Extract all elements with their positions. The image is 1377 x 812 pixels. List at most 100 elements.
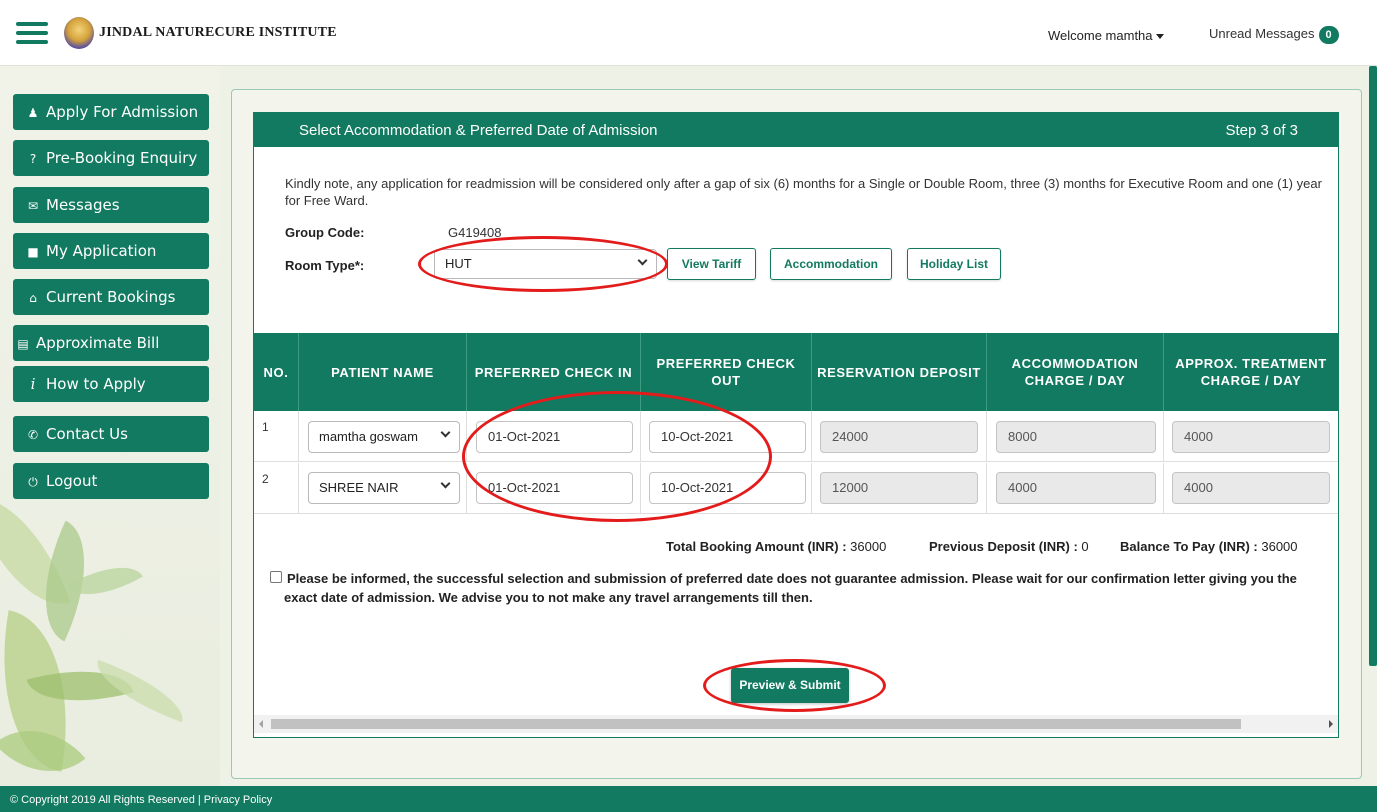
table-cell: mamtha goswam (299, 411, 467, 462)
accommodation-card: Select Accommodation & Preferred Date of… (253, 112, 1339, 738)
check-in-input[interactable]: 01-Oct-2021 (476, 472, 633, 504)
table-cell: 24000 (812, 411, 987, 462)
table-row: 1 mamtha goswam 01-Oct-2021 10-Oct-2021 … (254, 411, 1338, 462)
nav-label: Pre-Booking Enquiry (46, 149, 198, 167)
nav-how-to-apply[interactable]: i How to Apply (13, 366, 209, 402)
scroll-right-icon[interactable] (1329, 720, 1333, 728)
accommodation-charge-field: 4000 (996, 472, 1156, 504)
table-cell: 4000 (1164, 463, 1338, 514)
scrollbar-thumb[interactable] (271, 719, 1241, 729)
table-cell: 01-Oct-2021 (467, 463, 641, 514)
column-header: PREFERRED CHECK IN (467, 333, 641, 411)
table-cell: 10-Oct-2021 (641, 411, 812, 462)
page-scrollbar[interactable] (1369, 66, 1377, 666)
reservation-deposit-field: 12000 (820, 472, 978, 504)
table-row: 2 SHREE NAIR 01-Oct-2021 10-Oct-2021 120… (254, 463, 1338, 514)
chevron-down-icon (440, 478, 451, 489)
view-tariff-button[interactable]: View Tariff (667, 248, 756, 280)
question-icon: ? (29, 152, 37, 166)
accommodation-charge-field: 8000 (996, 421, 1156, 453)
total-booking-amount: Total Booking Amount (INR) : 36000 (666, 539, 886, 554)
row-number: 2 (262, 472, 269, 486)
treatment-charge-field: 4000 (1172, 472, 1330, 504)
patient-name-select[interactable]: mamtha goswam (308, 421, 460, 453)
table-cell: 8000 (987, 411, 1164, 462)
brand-name: JINDAL NATURECURE INSTITUTE (99, 25, 337, 40)
horizontal-scrollbar[interactable] (254, 715, 1338, 733)
scroll-left-icon[interactable] (259, 720, 263, 728)
phone-icon: ✆ (27, 428, 39, 442)
nav-pre-booking-enquiry[interactable]: ? Pre-Booking Enquiry (13, 140, 209, 176)
patient-name-value: SHREE NAIR (319, 480, 399, 495)
user-menu[interactable]: Welcome mamtha (1048, 28, 1164, 43)
column-header: ACCOMMODATION CHARGE / DAY (987, 333, 1164, 411)
footer: © Copyright 2019 All Rights Reserved | P… (0, 786, 1377, 812)
check-out-input[interactable]: 10-Oct-2021 (649, 472, 806, 504)
nav-contact-us[interactable]: ✆ Contact Us (13, 416, 209, 452)
step-indicator: Step 3 of 3 (1225, 122, 1298, 139)
welcome-text: Welcome mamtha (1048, 28, 1153, 43)
column-header: APPROX. TREATMENT CHARGE / DAY (1175, 356, 1327, 388)
acknowledge-checkbox[interactable] (270, 571, 282, 583)
chevron-down-icon (440, 427, 451, 438)
check-out-input[interactable]: 10-Oct-2021 (649, 421, 806, 453)
nav-label: How to Apply (46, 375, 146, 393)
total-booking-label: Total Booking Amount (INR) : (666, 539, 847, 554)
info-icon: i (30, 375, 36, 393)
nav-approximate-bill[interactable]: ▤ Approximate Bill (13, 325, 209, 361)
previous-deposit: Previous Deposit (INR) : 0 (929, 539, 1089, 554)
readmission-note: Kindly note, any application for readmis… (285, 176, 1322, 208)
nav-current-bookings[interactable]: ⌂ Current Bookings (13, 279, 209, 315)
balance-to-pay-label: Balance To Pay (INR) : (1120, 539, 1258, 554)
patient-name-value: mamtha goswam (319, 429, 418, 444)
nav-messages[interactable]: ✉ Messages (13, 187, 209, 223)
reservation-deposit-field: 24000 (820, 421, 978, 453)
table-cell: 2 (254, 463, 299, 514)
card-header: Select Accommodation & Preferred Date of… (254, 113, 1338, 147)
nav-label: Logout (46, 472, 98, 490)
disclaimer-text: Please be informed, the successful selec… (284, 571, 1297, 605)
table-cell: 4000 (987, 463, 1164, 514)
previous-deposit-label: Previous Deposit (INR) : (929, 539, 1078, 554)
home-icon: ⌂ (29, 291, 37, 305)
nav-label: Approximate Bill (36, 334, 160, 352)
previous-deposit-value: 0 (1081, 539, 1089, 554)
column-header: PATIENT NAME (299, 333, 467, 411)
card-title: Select Accommodation & Preferred Date of… (299, 122, 658, 139)
nav-label: Apply For Admission (46, 103, 199, 121)
accommodation-button[interactable]: Accommodation (770, 248, 892, 280)
column-header: NO. (254, 333, 299, 411)
unread-count-badge: 0 (1318, 26, 1339, 44)
preview-submit-button[interactable]: Preview & Submit (731, 668, 849, 703)
nav-label: My Application (46, 242, 157, 260)
table-cell: 12000 (812, 463, 987, 514)
column-header: PREFERRED CHECK OUT (641, 333, 812, 411)
table-cell: 01-Oct-2021 (467, 411, 641, 462)
nav-label: Messages (46, 196, 120, 214)
nav-label: Contact Us (46, 425, 128, 443)
table-cell: 1 (254, 411, 299, 462)
check-in-input[interactable]: 01-Oct-2021 (476, 421, 633, 453)
nav-logout[interactable]: ⏻ Logout (13, 463, 209, 499)
nav-apply-for-admission[interactable]: ♟ Apply For Admission (13, 94, 209, 130)
row-number: 1 (262, 420, 269, 434)
document-icon: ■ (27, 245, 39, 259)
room-type-label: Room Type*: (285, 258, 365, 273)
patient-name-select[interactable]: SHREE NAIR (308, 472, 460, 504)
unread-messages-label: Unread Messages (1209, 26, 1315, 41)
treatment-charge-field: 4000 (1172, 421, 1330, 453)
balance-to-pay-value: 36000 (1261, 539, 1298, 554)
nav-my-application[interactable]: ■ My Application (13, 233, 209, 269)
hamburger-menu-icon[interactable] (16, 22, 48, 44)
power-icon: ⏻ (28, 475, 38, 489)
user-icon: ♟ (27, 106, 39, 120)
group-code-value: G419408 (448, 225, 502, 240)
chevron-down-icon (637, 255, 648, 266)
balance-to-pay: Balance To Pay (INR) : 36000 (1120, 539, 1298, 554)
holiday-list-button[interactable]: Holiday List (907, 248, 1001, 280)
column-header: RESERVATION DEPOSIT (812, 333, 987, 411)
room-type-select[interactable]: HUT (434, 249, 657, 279)
message-icon: ✉ (27, 199, 39, 213)
unread-messages-link[interactable]: Unread Messages 0 (1209, 26, 1339, 44)
group-code-label: Group Code: (285, 225, 365, 240)
